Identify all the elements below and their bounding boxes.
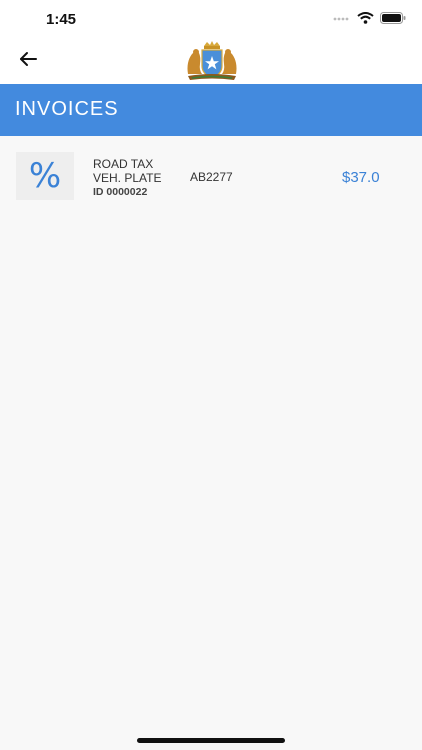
invoice-row[interactable]: % ROAD TAX VEH. PLATE ID 0000022 AB2277 … (0, 146, 422, 206)
status-icons (333, 11, 406, 29)
invoice-id: ID 0000022 (93, 186, 148, 198)
back-button[interactable] (14, 49, 42, 73)
home-indicator[interactable] (137, 738, 285, 743)
battery-icon (380, 11, 406, 29)
invoice-plate: AB2277 (190, 170, 233, 184)
page-header: INVOICES (0, 84, 422, 136)
invoice-type: ROAD TAX (93, 157, 154, 171)
percent-icon: % (28, 156, 62, 196)
percent-icon-box: % (16, 152, 74, 200)
nav-bar (0, 38, 422, 84)
page-title: INVOICES (15, 98, 119, 120)
coat-of-arms-emblem (182, 40, 242, 82)
signal-icon (333, 11, 351, 29)
invoice-category: VEH. PLATE (93, 171, 162, 185)
invoice-details: ROAD TAX VEH. PLATE ID 0000022 (93, 157, 161, 199)
invoice-amount: $37.0 (342, 169, 380, 186)
status-bar: 1:45 (0, 0, 422, 38)
arrow-left-icon (18, 51, 38, 72)
invoice-list: % ROAD TAX VEH. PLATE ID 0000022 AB2277 … (0, 136, 422, 750)
wifi-icon (357, 11, 374, 29)
status-time: 1:45 (46, 11, 77, 28)
